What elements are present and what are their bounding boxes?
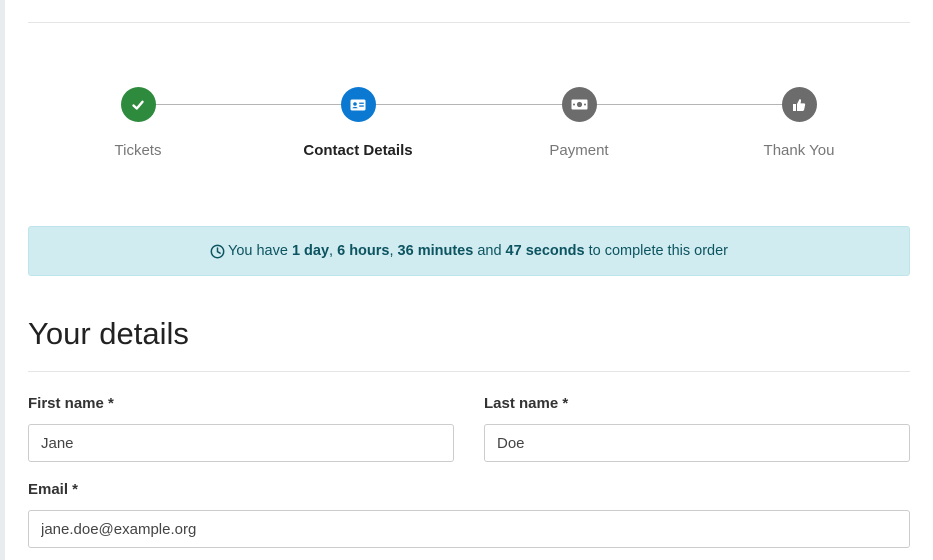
money-bill-icon <box>561 87 597 122</box>
step-label: Payment <box>549 142 609 159</box>
last-name-field[interactable] <box>484 424 910 462</box>
timer-and: and <box>473 243 506 259</box>
timer-suffix: to complete this order <box>584 243 729 259</box>
last-name-label: Last name * <box>484 395 569 412</box>
step-label: Tickets <box>114 142 162 159</box>
order-timer-alert: You have 1 day, 6 hours, 36 minutes and … <box>28 226 910 276</box>
step-payment[interactable]: Payment <box>499 87 659 159</box>
page-title: Your details <box>28 316 189 351</box>
id-card-icon <box>340 87 376 122</box>
timer-hours: 6 hours <box>337 243 390 259</box>
thumbs-up-icon <box>781 87 817 122</box>
timer-separator: , <box>389 243 398 259</box>
step-label: Contact Details <box>303 142 413 159</box>
timer-prefix: You have <box>227 243 292 259</box>
step-tickets[interactable]: Tickets <box>58 87 218 159</box>
step-label: Thank You <box>763 142 835 159</box>
step-thank-you[interactable]: Thank You <box>719 87 879 159</box>
checkout-stepper: Tickets Contact Details Payment Thank Yo… <box>28 87 910 167</box>
timer-separator: , <box>329 243 338 259</box>
step-contact-details[interactable]: Contact Details <box>278 87 438 159</box>
check-icon <box>120 87 156 122</box>
email-field[interactable] <box>28 510 910 548</box>
top-divider <box>28 22 910 23</box>
first-name-label: First name * <box>28 395 114 412</box>
timer-seconds: 47 seconds <box>505 243 585 259</box>
clock-icon <box>210 244 225 259</box>
email-label: Email * <box>28 481 79 498</box>
section-divider <box>28 371 910 372</box>
timer-text: You have 1 day, 6 hours, 36 minutes and … <box>228 243 728 259</box>
timer-days: 1 day <box>291 243 330 259</box>
left-border <box>0 0 5 560</box>
first-name-field[interactable] <box>28 424 454 462</box>
timer-minutes: 36 minutes <box>397 243 474 259</box>
